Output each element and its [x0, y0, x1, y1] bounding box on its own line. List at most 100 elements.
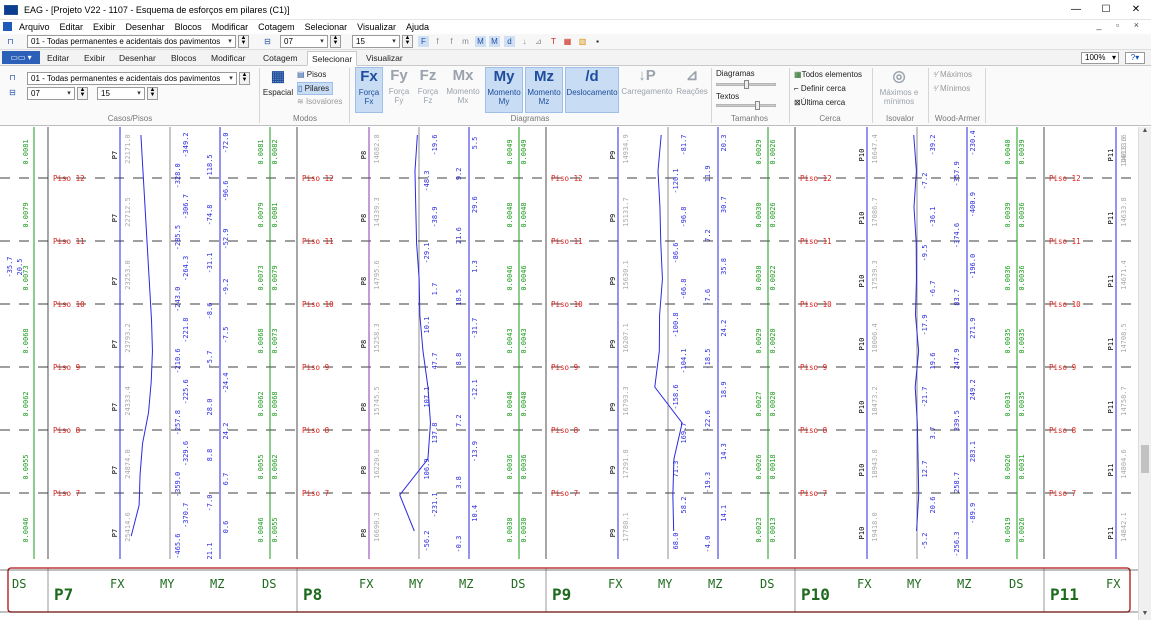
load-toggle-icon[interactable]: ↓	[519, 36, 530, 47]
floor-from-spinner[interactable]: ▲ ▼	[330, 35, 341, 48]
my-value: -349.2	[182, 132, 190, 157]
wa-max-button[interactable]: ⁴⁄ Máximos	[933, 69, 972, 80]
diagram-ds-button[interactable]: /d Deslocamento	[565, 67, 619, 113]
menu-selecionar[interactable]: Selecionar	[300, 20, 353, 34]
ribbon-floor-from[interactable]: 07 ▾	[27, 87, 75, 100]
my-toggle-icon[interactable]: M	[475, 36, 486, 47]
diagram-my-button[interactable]: My Momento My	[485, 67, 523, 113]
ds-value-left: 0.0062	[257, 391, 265, 416]
slider-thumb[interactable]	[744, 80, 749, 89]
tab-modificar[interactable]: Modificar	[207, 51, 249, 66]
max-min-button[interactable]: ◎ Máximos e mínimos	[876, 68, 922, 112]
espacial-button[interactable]: ▦ Espacial	[262, 68, 294, 108]
floor-icon[interactable]: ⊟	[7, 87, 18, 98]
pilares-button[interactable]: ▯ Pilares	[297, 82, 334, 95]
scroll-down-icon[interactable]: ▼	[1139, 610, 1151, 620]
menu-desenhar[interactable]: Desenhar	[121, 20, 170, 34]
my-value: -465.6	[174, 533, 182, 558]
ds-value-edge: 0.0068	[22, 328, 30, 353]
ribbon-floor-to-spinner[interactable]: ▲ ▼	[147, 87, 158, 100]
case-spinner[interactable]: ▲ ▼	[238, 35, 249, 48]
floor-icon[interactable]: ⊟	[262, 36, 273, 47]
drawing-canvas[interactable]: Piso 12 Piso 11 Piso 10 Piso 9 Piso 8 Piso 7 P…	[0, 127, 1138, 620]
menu-modificar[interactable]: Modificar	[207, 20, 254, 34]
tab-exibir[interactable]: Exibir	[80, 51, 109, 66]
floor-label: Piso 10	[551, 300, 583, 309]
menu-cotagem[interactable]: Cotagem	[253, 20, 300, 34]
scroll-up-icon[interactable]: ▲	[1139, 127, 1151, 137]
ribbon-tab-bar: ▭▭ ▾ Editar Exibir Desenhar Blocos Modif…	[0, 50, 1151, 66]
chevron-down-icon: ▾	[67, 90, 71, 97]
wa-min-button[interactable]: ⁴⁄ Mínimos	[933, 83, 970, 94]
isovalores-button[interactable]: ≋ Isovalores	[297, 96, 342, 107]
diagram-fx-button[interactable]: Fx Força Fx	[355, 67, 383, 113]
force-diagram-drawing[interactable]: Piso 12 Piso 11 Piso 10 Piso 9 Piso 8 Piso 7 P…	[0, 127, 1138, 620]
mx-toggle-icon[interactable]: m	[460, 36, 471, 47]
save-icon[interactable]: ▪	[592, 36, 603, 47]
floor-to-spinner[interactable]: ▲ ▼	[402, 35, 413, 48]
menu-visualizar[interactable]: Visualizar	[352, 20, 401, 34]
pillar-icon[interactable]: ⊓	[7, 72, 18, 83]
menu-ajuda[interactable]: Ajuda	[401, 20, 434, 34]
floor-to-combo[interactable]: 15 ▾	[352, 35, 400, 48]
fx-value: 17780.1	[622, 512, 630, 542]
menu-exibir[interactable]: Exibir	[88, 20, 121, 34]
color-icon[interactable]: ▥	[577, 36, 588, 47]
tab-selecionar[interactable]: Selecionar	[307, 51, 358, 66]
pisos-button[interactable]: ▤ Pisos	[297, 69, 326, 80]
ribbon-floor-to[interactable]: 15 ▾	[97, 87, 145, 100]
diagram-fy-button[interactable]: Fy Força Fy	[385, 67, 413, 113]
my-value: -231.1	[431, 492, 439, 517]
diagram-reactions-button[interactable]: ⊿ Reações	[675, 67, 709, 113]
help-button[interactable]: ?▾	[1125, 52, 1145, 64]
pillar-red-icon[interactable]: T	[548, 36, 559, 47]
force-fy-icon: Fy	[390, 67, 408, 84]
header-label: FX	[359, 577, 374, 591]
diagram-mx-button[interactable]: Mx Momento Mx	[443, 67, 483, 113]
diagram-mz-button[interactable]: Mz Momento Mz	[525, 67, 563, 113]
tab-cotagem[interactable]: Cotagem	[259, 51, 302, 66]
file-tab[interactable]: ▭▭ ▾	[2, 51, 40, 64]
tab-editar[interactable]: Editar	[43, 51, 73, 66]
diagram-load-button[interactable]: ↓P Carregamento	[621, 67, 673, 113]
fy-toggle-icon[interactable]: f	[432, 36, 443, 47]
all-elements-button[interactable]: ▦Todos elementos	[794, 69, 862, 80]
ribbon-floor-from-spinner[interactable]: ▲ ▼	[77, 87, 88, 100]
header-label: MZ	[957, 577, 971, 591]
fx-value: 14804.6	[1120, 449, 1128, 479]
diagram-fz-button[interactable]: Fz Força Fz	[414, 67, 442, 113]
ribbon-case-spinner[interactable]: ▲ ▼	[239, 72, 250, 85]
mz-value: -5.7	[206, 351, 214, 368]
floor-from-combo[interactable]: 07 ▾	[280, 35, 328, 48]
grid-icon[interactable]: ▦	[562, 36, 573, 47]
tab-visualizar[interactable]: Visualizar	[362, 51, 407, 66]
pillar-icon[interactable]: ⊓	[5, 36, 16, 47]
my-value: -36.1	[929, 206, 937, 227]
zoom-combo[interactable]: 100% ▾	[1081, 52, 1119, 64]
menu-arquivo[interactable]: Arquivo	[14, 20, 55, 34]
reaction-toggle-icon[interactable]: ⊿	[533, 36, 544, 47]
slider-thumb[interactable]	[755, 101, 760, 110]
diagram-size-slider[interactable]	[716, 80, 776, 89]
text-size-slider[interactable]	[716, 101, 776, 110]
vertical-scrollbar[interactable]: ▲ ▼	[1138, 127, 1151, 620]
menu-blocos[interactable]: Blocos	[170, 20, 207, 34]
scroll-thumb[interactable]	[1141, 445, 1149, 473]
fx-toggle-icon[interactable]: F	[418, 36, 429, 47]
minimize-button[interactable]: —	[1061, 0, 1091, 20]
fz-label-1: Força	[417, 87, 439, 96]
tab-blocos[interactable]: Blocos	[167, 51, 201, 66]
close-button[interactable]: ✕	[1121, 0, 1151, 20]
ds-toggle-icon[interactable]: d	[504, 36, 515, 47]
mz-value: 20.3	[720, 135, 728, 152]
menu-editar[interactable]: Editar	[55, 20, 89, 34]
fz-toggle-icon[interactable]: f	[446, 36, 457, 47]
load-case-combo[interactable]: 01 - Todas permanentes e acidentais dos …	[27, 35, 236, 48]
ribbon-case-combo[interactable]: 01 - Todas permanentes e acidentais dos …	[27, 72, 237, 85]
mz-toggle-icon[interactable]: M	[489, 36, 500, 47]
last-fence-button[interactable]: ⊠Última cerca	[794, 97, 845, 108]
maximize-button[interactable]: ☐	[1091, 0, 1121, 20]
tab-desenhar[interactable]: Desenhar	[115, 51, 160, 66]
mdi-controls[interactable]: _ ▫ ×	[1097, 20, 1145, 30]
define-fence-button[interactable]: ⌐ Definir cerca	[794, 83, 846, 94]
